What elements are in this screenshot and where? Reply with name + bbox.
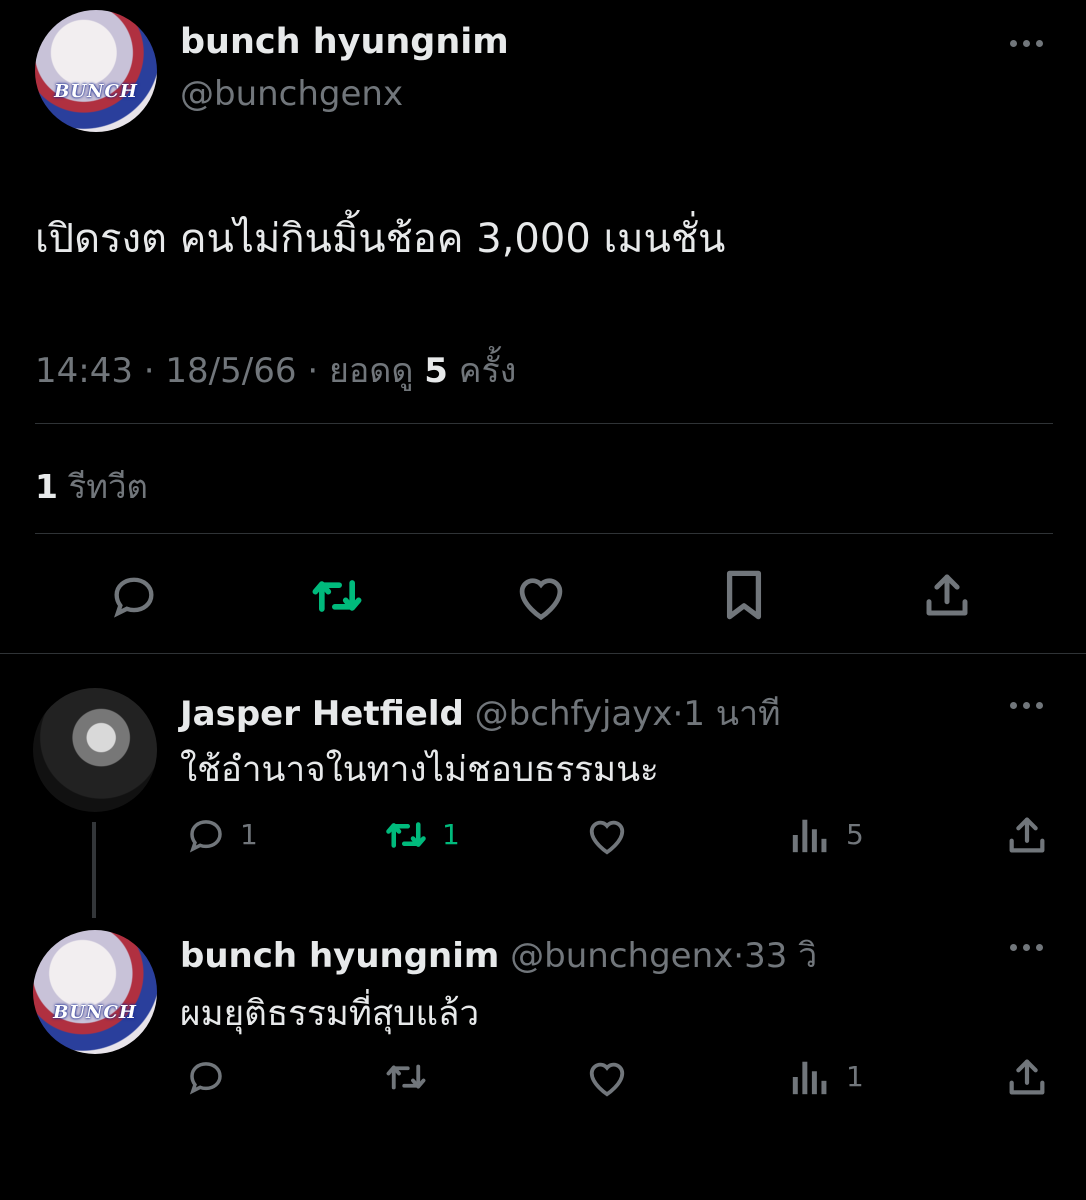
reply-icon[interactable]: [183, 814, 229, 856]
reply-time[interactable]: 1 นาที: [683, 694, 780, 734]
reply-author-name[interactable]: Jasper Hetfield: [180, 694, 464, 734]
retweet-icon[interactable]: [306, 570, 368, 622]
share-icon[interactable]: [920, 568, 974, 622]
author-name[interactable]: bunch hyungnim: [180, 22, 509, 62]
tweet-date[interactable]: 18/5/66: [165, 351, 296, 391]
reply-separator: ·: [733, 936, 745, 976]
reply-separator: ·: [672, 694, 684, 734]
avatar-logo-text: BUNCH: [54, 80, 138, 102]
like-icon[interactable]: [584, 1056, 630, 1098]
views-suffix: ครั้ง: [458, 351, 517, 391]
divider: [0, 653, 1086, 654]
tweet-text: เปิดรงต คนไม่กินมิ้นช้อค 3,000 เมนชั่น: [35, 216, 726, 262]
divider: [35, 533, 1053, 534]
like-icon[interactable]: [512, 570, 570, 622]
meta-separator: ·: [307, 351, 319, 391]
share-icon[interactable]: [1004, 812, 1050, 858]
views-count: 5: [846, 818, 864, 851]
bookmark-icon[interactable]: [720, 566, 768, 624]
views-icon[interactable]: [790, 1056, 830, 1098]
more-options-icon[interactable]: [1010, 702, 1043, 709]
reply-author-name[interactable]: bunch hyungnim: [180, 936, 499, 976]
more-options-icon[interactable]: [1010, 40, 1043, 47]
retweet-icon[interactable]: [380, 1056, 432, 1098]
reply-text: ผมยุติธรรมที่สุบแล้ว: [180, 994, 480, 1034]
reply-author-handle[interactable]: @bchfyjayx: [475, 694, 673, 734]
reply-header: Jasper Hetfield @bchfyjayx·1 นาที: [180, 686, 781, 740]
divider: [35, 423, 1053, 424]
tweet-time[interactable]: 14:43: [35, 351, 133, 391]
views-prefix: ยอดดู: [328, 351, 414, 391]
author-avatar[interactable]: BUNCH: [35, 10, 157, 132]
meta-separator: ·: [143, 351, 155, 391]
retweet-stats[interactable]: 1 รีทวีต: [35, 460, 148, 513]
author-handle[interactable]: @bunchgenx: [180, 74, 403, 114]
reply-text: ใช้อำนาจในทางไม่ชอบธรรมนะ: [180, 750, 659, 790]
retweet-label: รีทวีต: [68, 467, 148, 506]
views-count: 1: [846, 1060, 864, 1093]
avatar-logo-text: BUNCH: [53, 1001, 137, 1023]
more-options-icon[interactable]: [1010, 944, 1043, 951]
reply-author-handle[interactable]: @bunchgenx: [510, 936, 733, 976]
reply-icon[interactable]: [106, 570, 162, 622]
reply-time[interactable]: 33 วิ: [744, 936, 817, 976]
retweet-count: 1: [442, 818, 460, 851]
retweet-icon[interactable]: [380, 814, 432, 856]
reply-author-avatar[interactable]: BUNCH: [33, 930, 157, 1054]
tweet-meta: 14:43 · 18/5/66 · ยอดดู 5 ครั้ง: [35, 343, 516, 397]
retweet-count: 1: [35, 467, 58, 506]
thread-line: [92, 822, 96, 918]
reply-icon[interactable]: [183, 1056, 229, 1098]
like-icon[interactable]: [584, 814, 630, 856]
share-icon[interactable]: [1004, 1054, 1050, 1100]
reply-header: bunch hyungnim @bunchgenx·33 วิ: [180, 928, 817, 982]
reply-author-avatar[interactable]: [33, 688, 157, 812]
views-count: 5: [424, 351, 448, 391]
views-icon[interactable]: [790, 814, 830, 856]
reply-count: 1: [240, 818, 258, 851]
